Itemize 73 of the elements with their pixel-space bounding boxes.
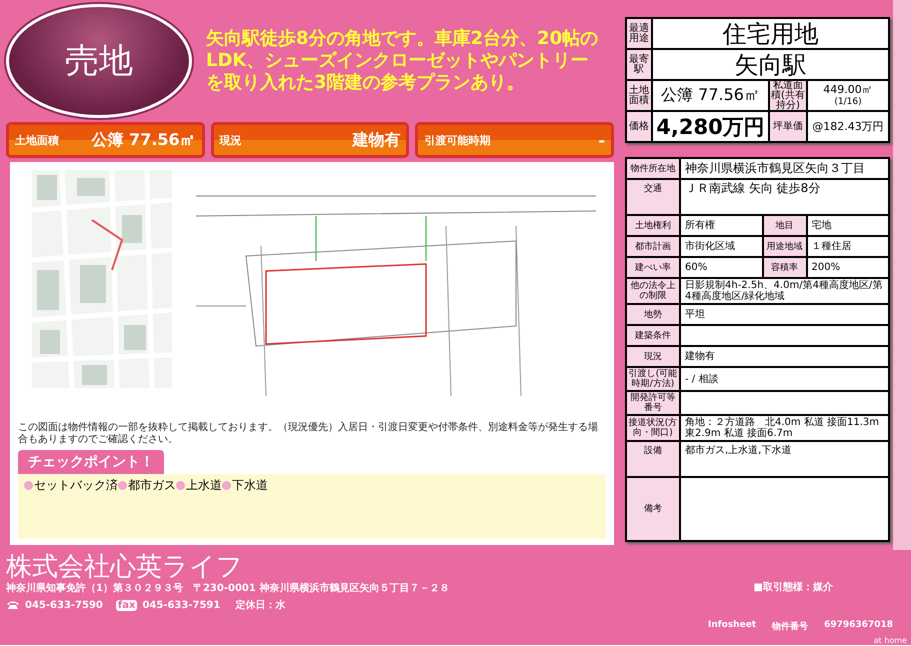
table-label: 備考: [626, 477, 680, 541]
bar-value: -: [598, 130, 606, 150]
table-cell: 神奈川県横浜市鶴見区矢向３丁目: [680, 158, 889, 179]
dot-icon: [24, 481, 33, 490]
table-label: 土地権利: [626, 215, 680, 236]
table-label: 価格: [626, 111, 652, 142]
phone-number: 045-633-7590: [25, 600, 103, 610]
headline: 矢向駅徒歩8分の角地です。車庫2台分、20帖のLDK、シューズインクローゼットやパントリーを取り入れた3階建の参考プランあり。: [206, 28, 600, 94]
property-number: 69796367018: [824, 620, 893, 632]
license-text: 神奈川県知事免許（1）第３０２９３号 〒230-0001 神奈川県横浜市鶴見区矢向５丁目７－２８: [6, 582, 450, 596]
table-label: 都市計画: [626, 236, 680, 257]
fax-number: 045-633-7591: [142, 600, 220, 610]
sale-badge: 売地: [6, 4, 192, 118]
notice-text: この図面は物件情報の一部を抜粋して掲載しております。（現況優先）入居日・引渡日変更や付帯条件、別途料金等が発生する場合もありますのでご確認ください。: [18, 422, 599, 446]
dot-icon: [118, 481, 127, 490]
price: 4,280万円: [652, 111, 769, 142]
table-cell: 宅地: [806, 215, 889, 236]
table-label: 最寄駅: [626, 49, 652, 80]
bar-value: 建物有: [352, 130, 400, 150]
table-cell: 日影規制4h-2.5h、4.0m/第4種高度地区/第4種高度地区/緑化地域: [680, 278, 889, 304]
property-type: 住宅用地: [652, 18, 889, 49]
table-cell: 所有権: [680, 215, 762, 236]
table-label: 引渡し(可能時期/方法): [626, 367, 680, 391]
table-label: 物件所在地: [626, 158, 680, 179]
table-label: 開発許可等番号: [626, 391, 680, 415]
brand-text: at home: [874, 636, 907, 645]
transaction-type: ■取引態様：媒介: [754, 580, 833, 594]
dot-icon: [176, 481, 185, 490]
table-label: 現況: [626, 346, 680, 367]
table-label: 交通: [626, 179, 680, 215]
checkpoint-item: 都市ガス: [128, 477, 176, 494]
checkpoint-title: チェックポイント！: [18, 450, 164, 474]
bar-label: 現況: [220, 132, 242, 148]
table-label: 容積率: [762, 257, 806, 278]
table-cell: 60%: [680, 257, 762, 278]
checkpoint-item: セットバック済: [34, 477, 118, 494]
checkpoint-item: 上水道: [186, 477, 222, 494]
table-cell: １種住居: [806, 236, 889, 257]
dot-icon: [222, 481, 231, 490]
checkpoint-item: 下水道: [232, 477, 268, 494]
bar-label: 引渡可能時期: [424, 132, 490, 148]
table-label: 地勢: [626, 304, 680, 325]
table-label: 建築条件: [626, 325, 680, 346]
table-cell: 200%: [806, 257, 889, 278]
company-name: 株式会社心英ライフ: [6, 552, 244, 582]
table-label: 用途地域: [762, 236, 806, 257]
road-share: (1/16): [834, 96, 862, 108]
bar-value: 公簿 77.56㎡: [91, 130, 196, 150]
phone-icon: [6, 600, 20, 610]
station-name: 矢向駅: [652, 49, 889, 80]
holiday-text: 定休日：水: [235, 598, 286, 612]
table-cell: 平坦: [680, 304, 889, 325]
table-label: 地目: [762, 215, 806, 236]
table-label: 接道状況(方向・間口): [626, 415, 680, 441]
road-area: 449.00㎡: [823, 84, 873, 96]
table-label: 他の法令上の制限: [626, 278, 680, 304]
bar-label: 土地面積: [15, 132, 59, 148]
table-cell: ＪＲ南武線 矢向 徒歩8分: [680, 179, 889, 215]
table-cell: 角地：２方道路 北4.0m 私道 接面11.3m 東2.9m 私道 接面6.7m: [680, 415, 889, 441]
table-label: 設備: [626, 441, 680, 477]
fax-label: fax: [116, 600, 138, 610]
table-cell: 市街化区域: [680, 236, 762, 257]
infosheet-label: Infosheet: [708, 620, 756, 632]
table-cell: 都市ガス,上水道,下水道: [680, 441, 889, 477]
table-label: 坪単価: [769, 111, 807, 142]
unit-price: @182.43万円: [807, 111, 889, 142]
table-label: 建ぺい率: [626, 257, 680, 278]
number-label: 物件番号: [772, 620, 808, 633]
table-cell: 建物有: [680, 346, 889, 367]
table-label: 土地面積: [626, 80, 652, 111]
land-area: 公簿 77.56㎡: [652, 80, 769, 111]
table-cell: - / 相談: [680, 367, 889, 391]
table-label: 最適用途: [626, 18, 652, 49]
